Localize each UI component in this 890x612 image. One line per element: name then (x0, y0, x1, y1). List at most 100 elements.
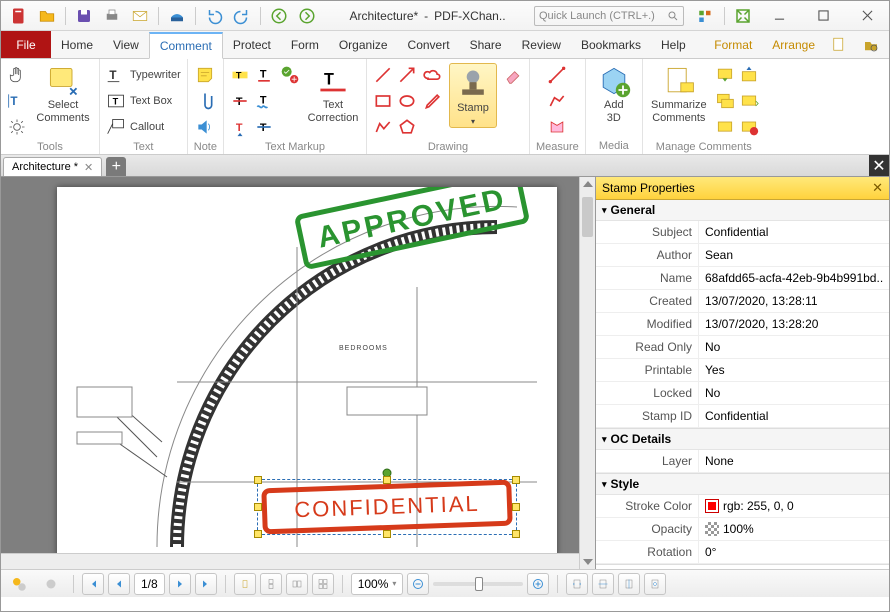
text-correction-button[interactable]: T Text Correction (306, 63, 360, 124)
pencil-icon[interactable] (423, 91, 443, 111)
polygon-icon[interactable] (397, 117, 417, 137)
options-gear-2-icon[interactable] (39, 572, 63, 596)
highlight-icon[interactable]: T (230, 65, 250, 85)
tab-form[interactable]: Form (281, 31, 329, 58)
comment-delete-icon[interactable] (739, 117, 759, 137)
polygon-line-icon[interactable] (373, 117, 393, 137)
document-canvas[interactable]: BEDROOMS APPROVED CONFIDENTIAL (1, 177, 595, 569)
prop-rotation[interactable]: 0° (698, 541, 889, 563)
comment-flatten-icon[interactable] (739, 91, 759, 111)
quick-launch-input[interactable]: Quick Launch (CTRL+.) (534, 6, 684, 26)
scan-icon[interactable] (165, 4, 189, 28)
stamp-button[interactable]: Stamp ▾ (449, 63, 497, 128)
strikeout-icon[interactable]: T (230, 91, 250, 111)
arrow-icon[interactable] (397, 65, 417, 85)
mail-icon[interactable] (128, 4, 152, 28)
doc-options-icon[interactable] (827, 33, 851, 57)
first-page-button[interactable] (82, 573, 104, 595)
comment-styles-icon[interactable] (715, 117, 735, 137)
tab-view[interactable]: View (103, 31, 149, 58)
section-general[interactable]: ▾General (596, 200, 889, 221)
gear-icon[interactable] (7, 117, 27, 137)
perimeter-icon[interactable] (547, 91, 567, 111)
tab-arrange[interactable]: Arrange (762, 31, 825, 58)
section-oc-details[interactable]: ▾OC Details (596, 429, 889, 450)
fit-icon[interactable] (731, 4, 755, 28)
close-doc-icon[interactable]: ✕ (84, 161, 93, 174)
prop-subject[interactable]: Confidential (698, 221, 889, 243)
save-icon[interactable] (72, 4, 96, 28)
prop-author[interactable]: Sean (698, 244, 889, 266)
two-continuous-button[interactable] (312, 573, 334, 595)
last-page-button[interactable] (195, 573, 217, 595)
print-icon[interactable] (100, 4, 124, 28)
sound-icon[interactable] (195, 117, 215, 137)
tab-comment[interactable]: Comment (149, 32, 223, 59)
tab-file[interactable]: File (1, 31, 51, 58)
tab-review[interactable]: Review (512, 31, 571, 58)
zoom-in-button[interactable] (527, 573, 549, 595)
horizontal-scrollbar[interactable] (1, 553, 579, 569)
nav-fwd-icon[interactable] (295, 4, 319, 28)
prop-printable[interactable]: Yes (698, 359, 889, 381)
callout-button[interactable]: Callout (106, 115, 181, 139)
zoom-slider[interactable] (433, 582, 523, 586)
prop-readonly[interactable]: No (698, 336, 889, 358)
maximize-button[interactable] (801, 2, 845, 30)
stamp-confidential-selection[interactable]: CONFIDENTIAL (257, 479, 517, 535)
redo-icon[interactable] (230, 4, 254, 28)
tab-organize[interactable]: Organize (329, 31, 398, 58)
prop-layer[interactable]: None (698, 450, 889, 472)
minimize-button[interactable] (757, 2, 801, 30)
two-page-button[interactable] (286, 573, 308, 595)
section-style[interactable]: ▾Style (596, 474, 889, 495)
summarize-comments-button[interactable]: Summarize Comments (649, 63, 709, 124)
attach-icon[interactable] (195, 91, 215, 111)
zoom-level[interactable]: 100%▾ (351, 573, 404, 595)
options-gear-icon[interactable] (7, 572, 31, 596)
replace-text-icon[interactable]: T (254, 117, 274, 137)
underline-icon[interactable]: T (254, 65, 274, 85)
fit-width-button[interactable] (592, 573, 614, 595)
document-tab[interactable]: Architecture * ✕ (3, 157, 102, 176)
textbox-button[interactable]: TText Box (106, 89, 181, 113)
close-all-docs[interactable]: ✕ (869, 155, 889, 176)
select-comments-button[interactable]: Select Comments (33, 63, 93, 124)
page-indicator[interactable]: 1/8 (134, 573, 165, 595)
distance-icon[interactable] (547, 65, 567, 85)
find-icon[interactable] (859, 33, 883, 57)
nav-back-icon[interactable] (267, 4, 291, 28)
single-page-button[interactable] (234, 573, 256, 595)
fit-page-button[interactable] (566, 573, 588, 595)
prop-stroke-color[interactable]: rgb: 255, 0, 0 (698, 495, 889, 517)
continuous-button[interactable] (260, 573, 282, 595)
properties-close-icon[interactable]: ✕ (872, 180, 883, 196)
insert-text-icon[interactable]: T (230, 117, 250, 137)
next-page-button[interactable] (169, 573, 191, 595)
rect-icon[interactable] (373, 91, 393, 111)
tab-convert[interactable]: Convert (398, 31, 460, 58)
prop-opacity[interactable]: 100% (698, 518, 889, 540)
ui-options-icon[interactable] (694, 4, 718, 28)
hand-tool-icon[interactable] (7, 65, 27, 85)
tab-share[interactable]: Share (460, 31, 512, 58)
undo-icon[interactable] (202, 4, 226, 28)
tab-home[interactable]: Home (51, 31, 103, 58)
eraser-icon[interactable] (503, 65, 523, 85)
actual-size-button[interactable] (644, 573, 666, 595)
new-doc-tab[interactable]: + (106, 157, 126, 176)
tab-protect[interactable]: Protect (223, 31, 281, 58)
zoom-out-button[interactable] (407, 573, 429, 595)
text-select-icon[interactable]: T (7, 91, 27, 111)
fit-visible-button[interactable] (618, 573, 640, 595)
sticky-note-icon[interactable] (195, 65, 215, 85)
prev-page-button[interactable] (108, 573, 130, 595)
open-icon[interactable] (35, 4, 59, 28)
typewriter-button[interactable]: TTypewriter (106, 63, 181, 87)
cloud-icon[interactable] (423, 65, 443, 85)
vertical-scrollbar[interactable] (579, 177, 595, 569)
add-3d-button[interactable]: Add 3D (592, 63, 636, 124)
squiggly-icon[interactable]: T (254, 91, 274, 111)
area-icon[interactable] (547, 117, 567, 137)
prop-locked[interactable]: No (698, 382, 889, 404)
